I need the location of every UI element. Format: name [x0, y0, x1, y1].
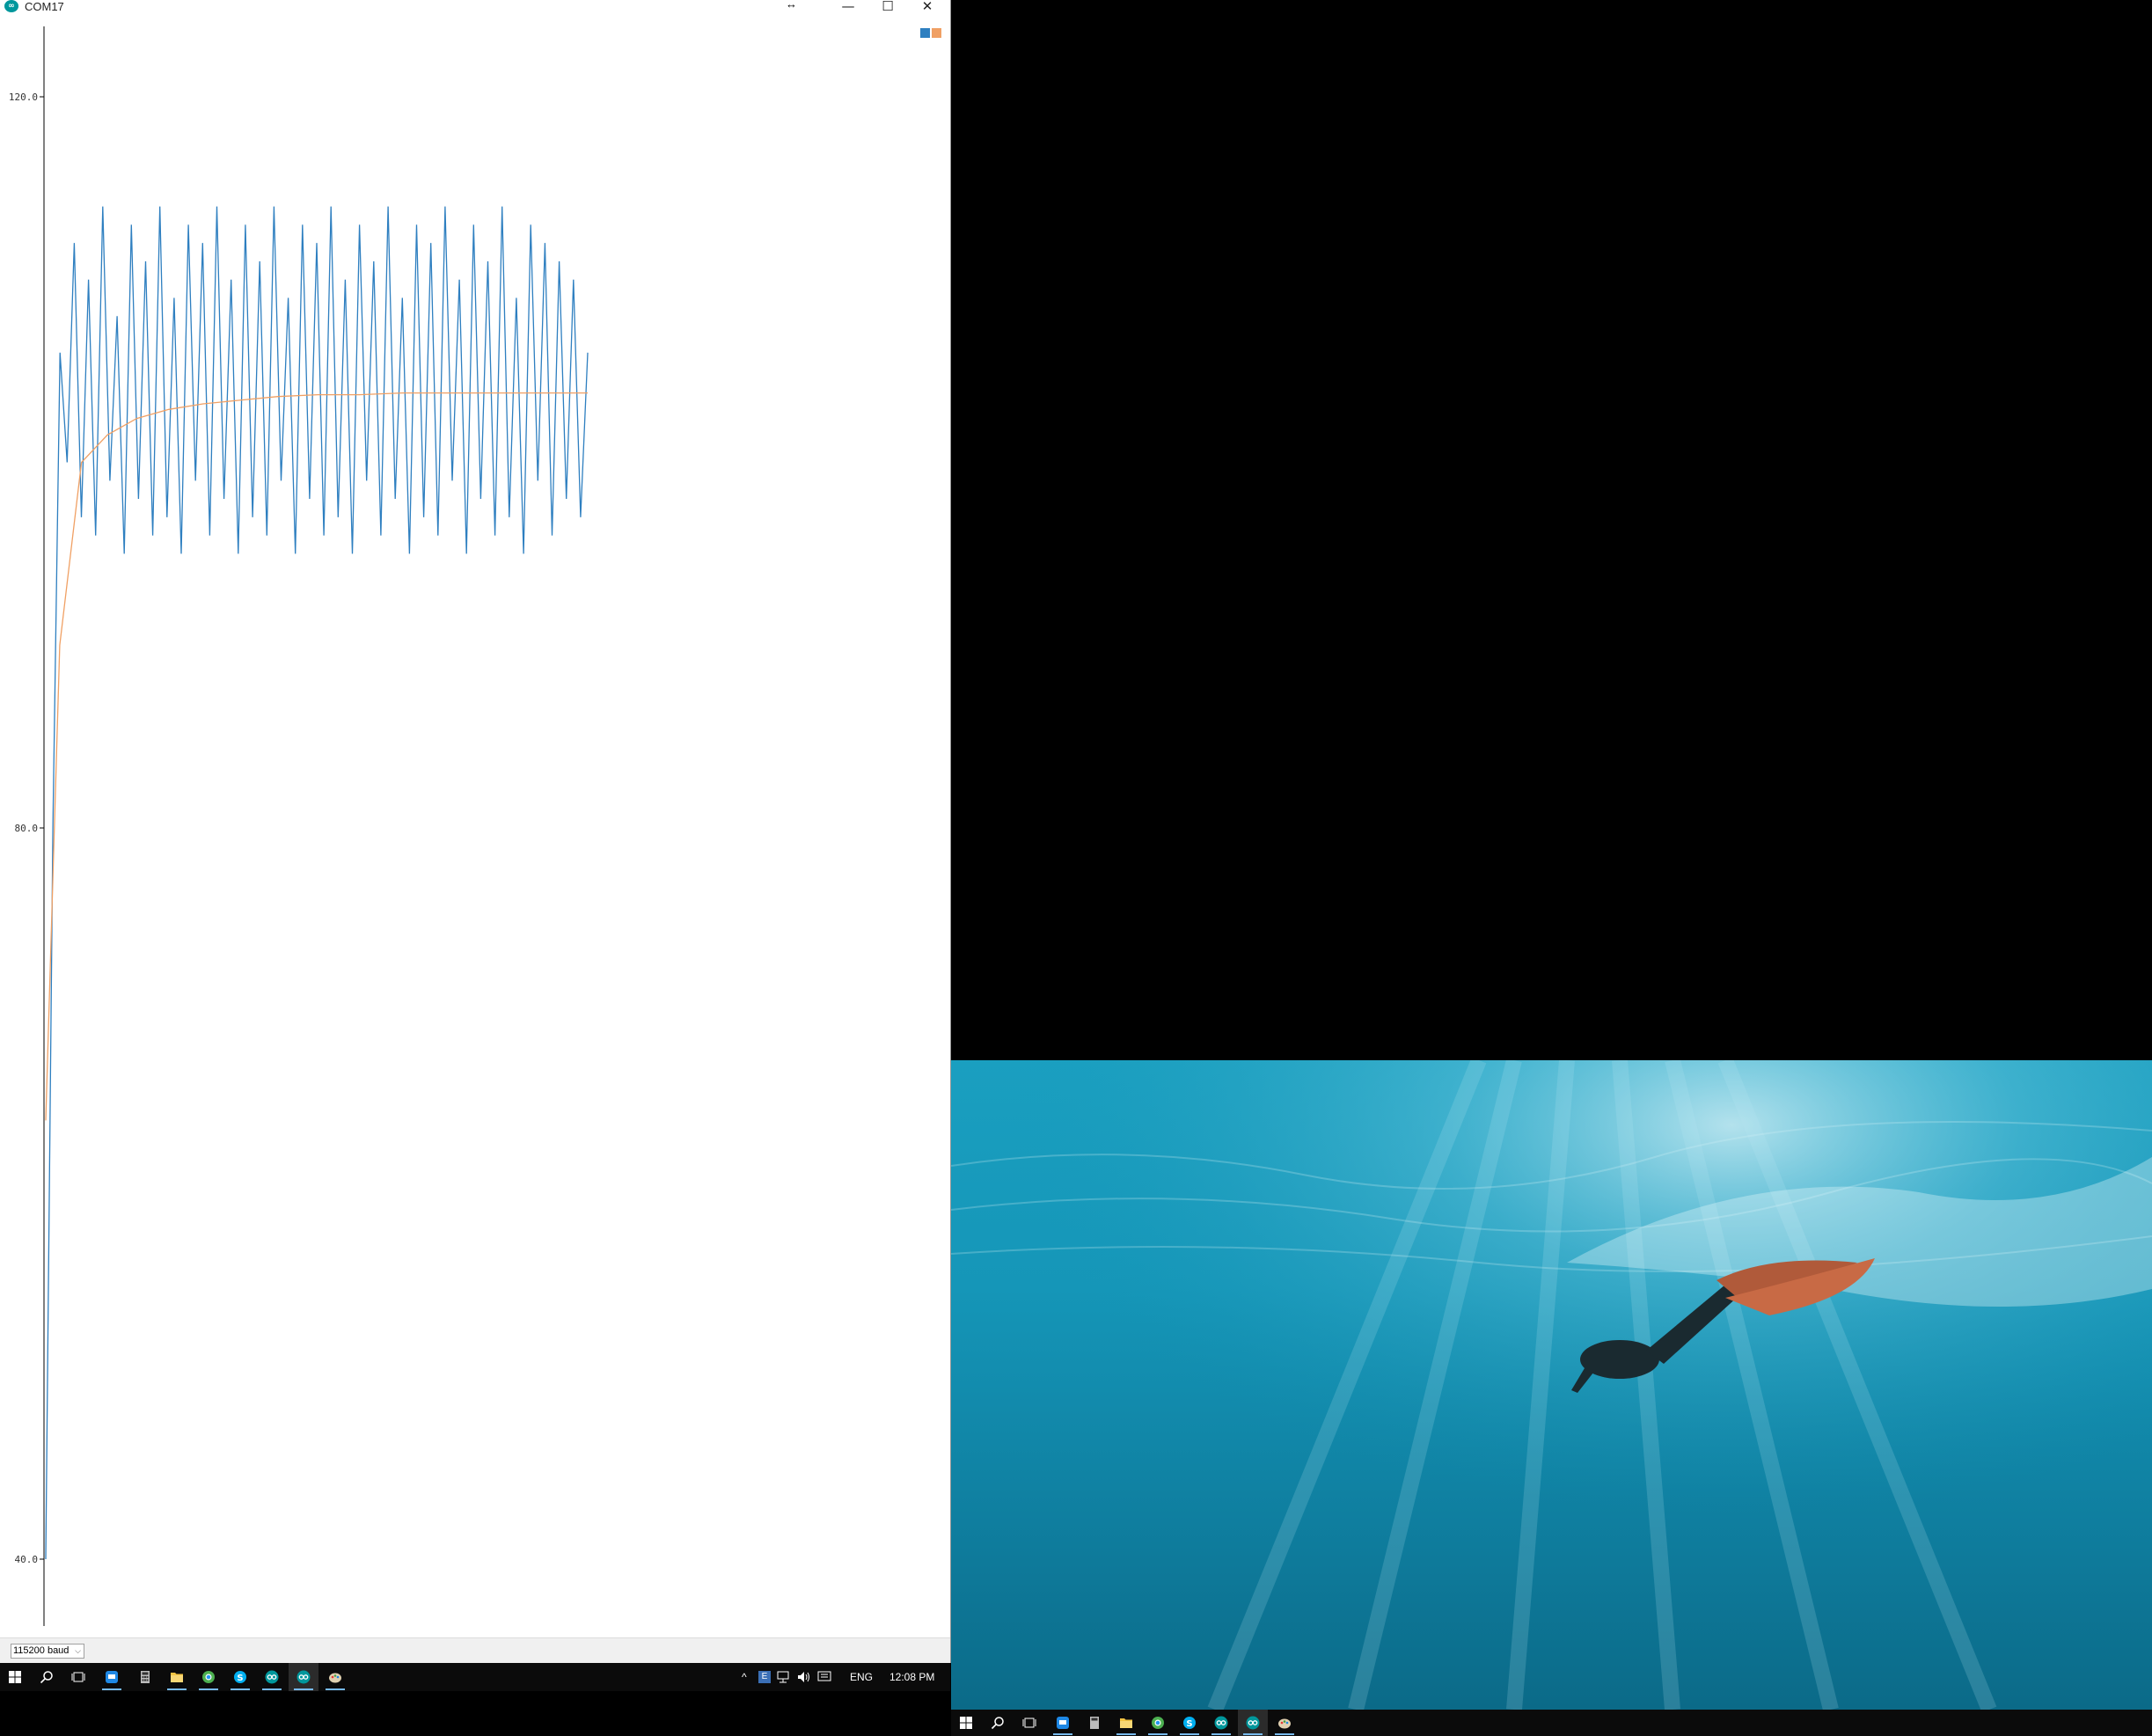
start-button-2[interactable] [951, 1710, 981, 1736]
finder-app-icon [106, 1671, 118, 1683]
windows-logo-icon [960, 1717, 972, 1729]
taskbar-app-skype-2[interactable]: S [1175, 1710, 1204, 1736]
serial-plot: 120.0 80.0 40.0 [9, 26, 589, 1626]
skype-icon: S [234, 1671, 246, 1683]
taskbar-app-arduino-4[interactable] [1238, 1710, 1268, 1736]
taskbar-app-arduino-2[interactable] [289, 1663, 318, 1691]
task-view-icon [71, 1672, 85, 1682]
finder-app-icon [1057, 1717, 1069, 1729]
language-indicator[interactable]: ENG [850, 1663, 873, 1691]
skype-icon: S [1183, 1717, 1196, 1729]
task-view-icon [1022, 1718, 1036, 1728]
volume-icon[interactable] [796, 1670, 812, 1684]
minimize-button[interactable]: — [829, 0, 867, 14]
taskbar-app-browser-2[interactable] [1143, 1710, 1173, 1736]
svg-text:S: S [237, 1674, 243, 1683]
desktop-black-region [951, 0, 2152, 1060]
taskbar-app-browser[interactable] [194, 1663, 223, 1691]
arduino-icon [1214, 1716, 1228, 1730]
taskbar-left: S ^ E ENG 12:08 PM [0, 1663, 950, 1691]
arduino-icon [1246, 1716, 1260, 1730]
task-view-button-2[interactable] [1014, 1710, 1044, 1736]
clock[interactable]: 12:08 PM [889, 1663, 934, 1691]
baud-rate-value: 115200 baud [13, 1645, 70, 1656]
chevron-down-icon: ⌵ [75, 1646, 81, 1655]
windows-logo-icon [9, 1671, 21, 1683]
status-bar: 115200 baud ⌵ [0, 1637, 950, 1664]
network-icon[interactable] [776, 1670, 792, 1684]
taskbar-app-calculator[interactable] [130, 1663, 160, 1691]
search-icon [991, 1717, 1004, 1730]
taskbar-app-file-explorer[interactable] [162, 1663, 192, 1691]
series-line-2 [45, 392, 588, 1121]
legend-swatch-series-1 [920, 28, 930, 38]
taskbar-app-file-explorer-2[interactable] [1111, 1710, 1141, 1736]
folder-icon [171, 1673, 183, 1682]
taskbar-app-finder-2[interactable] [1048, 1710, 1078, 1736]
y-tick-label: 120.0 [9, 92, 38, 103]
folder-icon [1120, 1718, 1132, 1728]
tray-app-icon[interactable]: E [758, 1671, 771, 1683]
series-line-1 [45, 206, 589, 1560]
desktop-wallpaper [951, 1060, 2152, 1710]
search-button-2[interactable] [983, 1710, 1013, 1736]
title-bar[interactable]: ∞ COM17 ↔ — ☐ ✕ [0, 0, 950, 14]
browser-icon [1152, 1717, 1164, 1729]
taskbar-app-paint-2[interactable] [1270, 1710, 1299, 1736]
maximize-button[interactable]: ☐ [868, 0, 907, 14]
taskbar-app-arduino-3[interactable] [1206, 1710, 1236, 1736]
tray-overflow-chevron[interactable]: ^ [742, 1663, 747, 1691]
start-button[interactable] [0, 1663, 30, 1691]
taskbar-app-paint[interactable] [320, 1663, 350, 1691]
calculator-icon [1090, 1717, 1099, 1729]
taskbar-right: S [951, 1710, 2152, 1736]
serial-plotter-window: ∞ COM17 ↔ — ☐ ✕ 120.0 80.0 40.0 115200 bau… [0, 0, 951, 1664]
notifications-icon[interactable] [816, 1670, 832, 1684]
legend-swatch-series-2 [932, 28, 941, 38]
taskbar-app-finder[interactable] [97, 1663, 127, 1691]
underwater-wallpaper-image [951, 1060, 2152, 1710]
y-tick-label: 80.0 [15, 823, 39, 834]
window-title: COM17 [25, 0, 64, 13]
task-view-button[interactable] [63, 1663, 93, 1691]
browser-icon [202, 1671, 215, 1683]
taskbar-app-arduino-1[interactable] [257, 1663, 287, 1691]
paint-icon [1278, 1718, 1291, 1729]
arduino-icon [296, 1670, 311, 1684]
resize-cursor-icon: ↔ [786, 0, 797, 11]
close-button[interactable]: ✕ [908, 0, 947, 14]
arduino-icon [265, 1670, 279, 1684]
baud-rate-select[interactable]: 115200 baud ⌵ [11, 1644, 84, 1659]
paint-icon [329, 1673, 341, 1683]
taskbar-app-calculator-2[interactable] [1080, 1710, 1109, 1736]
taskbar-app-skype[interactable]: S [225, 1663, 255, 1691]
search-button[interactable] [32, 1663, 62, 1691]
calculator-icon [141, 1671, 150, 1683]
arduino-app-icon: ∞ [4, 0, 18, 12]
plot-legend [920, 28, 943, 39]
search-icon [40, 1671, 53, 1684]
y-tick-label: 40.0 [15, 1554, 39, 1565]
svg-text:S: S [1186, 1719, 1192, 1729]
